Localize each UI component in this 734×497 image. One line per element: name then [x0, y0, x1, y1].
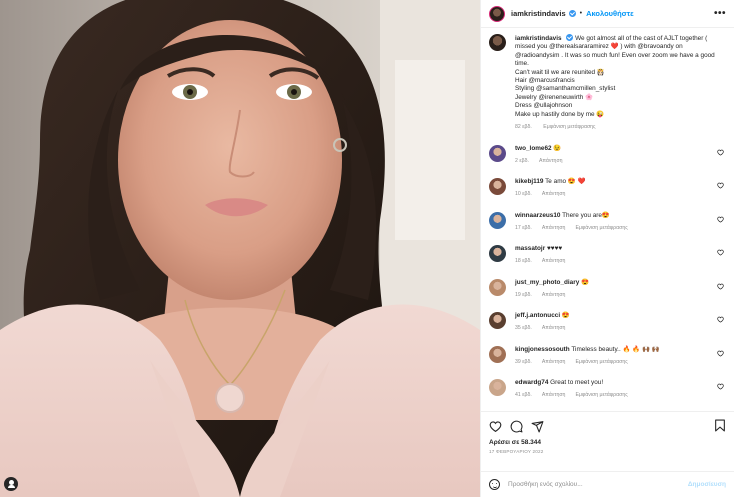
comment-text: ♥♥♥♥ — [546, 245, 563, 253]
caption: iamkristindavis We got almost all of the… — [489, 34, 726, 131]
post-side-panel: iamkristindavis • Ακολουθήστε ••• iamkri… — [480, 0, 734, 497]
caption-time: 82 εβδ. — [515, 124, 532, 131]
portrait-image — [0, 0, 480, 497]
commenter-username[interactable]: jeff.j.antonucci — [515, 312, 560, 319]
comment-time: 39 εβδ. — [515, 358, 532, 365]
commenter-avatar[interactable] — [489, 379, 506, 397]
comment-item: jeff.j.antonucci 😍 35 εβδ. Απάντηση — [489, 312, 726, 332]
emoji-icon[interactable] — [489, 479, 500, 490]
reply-button[interactable]: Απάντηση — [542, 258, 566, 264]
commenter-username[interactable]: winnaarzeus10 — [515, 212, 560, 219]
caption-line-3: Hair @marcusfrancis — [515, 77, 575, 85]
comment-item: two_lome62 😉 2 εβδ. Απάντηση — [489, 144, 726, 165]
translate-link[interactable]: Εμφάνιση μετάφρασης — [575, 392, 627, 398]
comment-text: There you are😍 — [562, 211, 610, 219]
heart-icon[interactable] — [717, 249, 724, 257]
comment-time: 41 εβδ. — [515, 392, 532, 399]
comment-time: 35 εβδ. — [515, 325, 532, 332]
reply-button[interactable]: Απάντηση — [542, 292, 566, 298]
commenter-username[interactable]: two_lome62 — [515, 145, 552, 152]
reply-button[interactable]: Απάντηση — [542, 392, 566, 398]
commenter-username[interactable]: kingjonessosouth — [515, 346, 570, 353]
user-tag-icon[interactable] — [4, 477, 18, 491]
heart-icon[interactable] — [717, 383, 724, 391]
caption-line-2: Can't wait til we are reunited 👸🏻 — [515, 68, 605, 76]
add-comment-bar: Δημοσίευση — [481, 471, 734, 497]
verified-icon — [568, 10, 576, 17]
heart-icon[interactable] — [717, 283, 724, 290]
reply-button[interactable]: Απάντηση — [542, 359, 566, 365]
separator-dot: • — [579, 10, 583, 17]
comment-item: kikebj119 Te amo 😍 ❤️ 10 εβδ. Απάντηση — [489, 178, 726, 198]
post-comment-button[interactable]: Δημοσίευση — [688, 481, 726, 488]
commenter-username[interactable]: kikebj119 — [515, 178, 543, 185]
heart-icon[interactable] — [717, 316, 724, 324]
post-photo[interactable] — [0, 0, 480, 497]
heart-icon[interactable] — [717, 216, 724, 223]
heart-icon[interactable] — [717, 350, 724, 357]
comment-text: 😍 — [581, 278, 590, 286]
comment-text: Timeless beauty.. 🔥 🔥 🙌🏾 🙌🏾 — [571, 345, 660, 353]
caption-line-5: Jewelry @ireneneuwirth 🌸 — [515, 93, 594, 101]
author-avatar[interactable] — [489, 5, 505, 22]
heart-icon[interactable] — [717, 182, 724, 190]
commenter-avatar[interactable] — [489, 178, 506, 196]
comment-text: Great to meet you! — [550, 379, 604, 387]
post-viewer: iamkristindavis • Ακολουθήστε ••• iamkri… — [0, 0, 734, 497]
comments-scroll[interactable]: iamkristindavis We got almost all of the… — [481, 28, 734, 411]
commenter-avatar[interactable] — [489, 278, 506, 296]
comment-item: kingjonessosouth Timeless beauty.. 🔥 🔥 🙌… — [489, 345, 726, 366]
commenter-avatar[interactable] — [489, 144, 506, 162]
more-icon[interactable]: ••• — [714, 8, 726, 19]
comment-time: 10 εβδ. — [515, 191, 532, 198]
heart-icon[interactable] — [489, 420, 502, 433]
post-header: iamkristindavis • Ακολουθήστε ••• — [481, 0, 734, 28]
likes-count[interactable]: Αρέσει σε 58.344 — [489, 439, 726, 446]
comment-time: 17 εβδ. — [515, 224, 532, 231]
comment-input[interactable] — [508, 481, 688, 488]
comment-item: massatojr ♥♥♥♥ 18 εβδ. Απάντηση — [489, 245, 726, 265]
comment-item: edwardg74 Great to meet you! 41 εβδ. Απάντ… — [489, 379, 726, 399]
caption-line-6: Dress @ullajohnson — [515, 102, 573, 110]
caption-line-4: Styling @samanthamcmillen_stylist — [515, 85, 616, 93]
post-date: 17 ΦΕΒΡΟΥΑΡΙΟΥ 2022 — [489, 449, 544, 454]
commenter-avatar[interactable] — [489, 211, 506, 229]
commenter-username[interactable]: edwardg74 — [515, 379, 548, 386]
reply-button[interactable]: Απάντηση — [539, 158, 563, 164]
commenter-avatar[interactable] — [489, 245, 506, 263]
commenter-username[interactable]: massatojr — [515, 245, 545, 252]
comment-icon[interactable] — [510, 420, 523, 433]
translate-link[interactable]: Εμφάνιση μετάφρασης — [575, 359, 627, 365]
comment-text: 😍 — [561, 312, 570, 320]
comment-list: two_lome62 😉 2 εβδ. Απάντηση kikebj119 Te a… — [489, 144, 726, 400]
commenter-avatar[interactable] — [489, 312, 506, 330]
author-username[interactable]: iamkristindavis — [511, 9, 566, 18]
bookmark-icon[interactable] — [714, 419, 726, 432]
caption-username[interactable]: iamkristindavis — [515, 35, 562, 42]
caption-line-7: Make up hastily done by me 😜 — [515, 110, 605, 118]
caption-avatar[interactable] — [489, 34, 506, 51]
reply-button[interactable]: Απάντηση — [542, 191, 566, 197]
post-actions: Αρέσει σε 58.344 17 ΦΕΒΡΟΥΑΡΙΟΥ 2022 — [481, 411, 734, 471]
verified-icon — [566, 34, 574, 41]
reply-button[interactable]: Απάντηση — [542, 325, 566, 331]
heart-icon[interactable] — [717, 149, 724, 156]
caption-translate-link[interactable]: Εμφάνιση μετάφρασης — [543, 124, 595, 130]
comment-text: 😉 — [553, 144, 562, 152]
comment-item: winnaarzeus10 There you are😍 17 εβδ. Απάντ… — [489, 211, 726, 232]
commenter-username[interactable]: just_my_photo_diary — [515, 279, 579, 286]
translate-link[interactable]: Εμφάνιση μετάφρασης — [575, 225, 627, 231]
comment-item: just_my_photo_diary 😍 19 εβδ. Απάντηση — [489, 278, 726, 299]
reply-button[interactable]: Απάντηση — [542, 225, 566, 231]
comment-text: Te amo 😍 ❤️ — [545, 178, 586, 186]
follow-button[interactable]: Ακολουθήστε — [586, 9, 634, 18]
comment-time: 18 εβδ. — [515, 258, 532, 265]
comment-time: 19 εβδ. — [515, 291, 532, 298]
commenter-avatar[interactable] — [489, 345, 506, 363]
comment-time: 2 εβδ. — [515, 157, 529, 164]
share-icon[interactable] — [531, 420, 544, 433]
